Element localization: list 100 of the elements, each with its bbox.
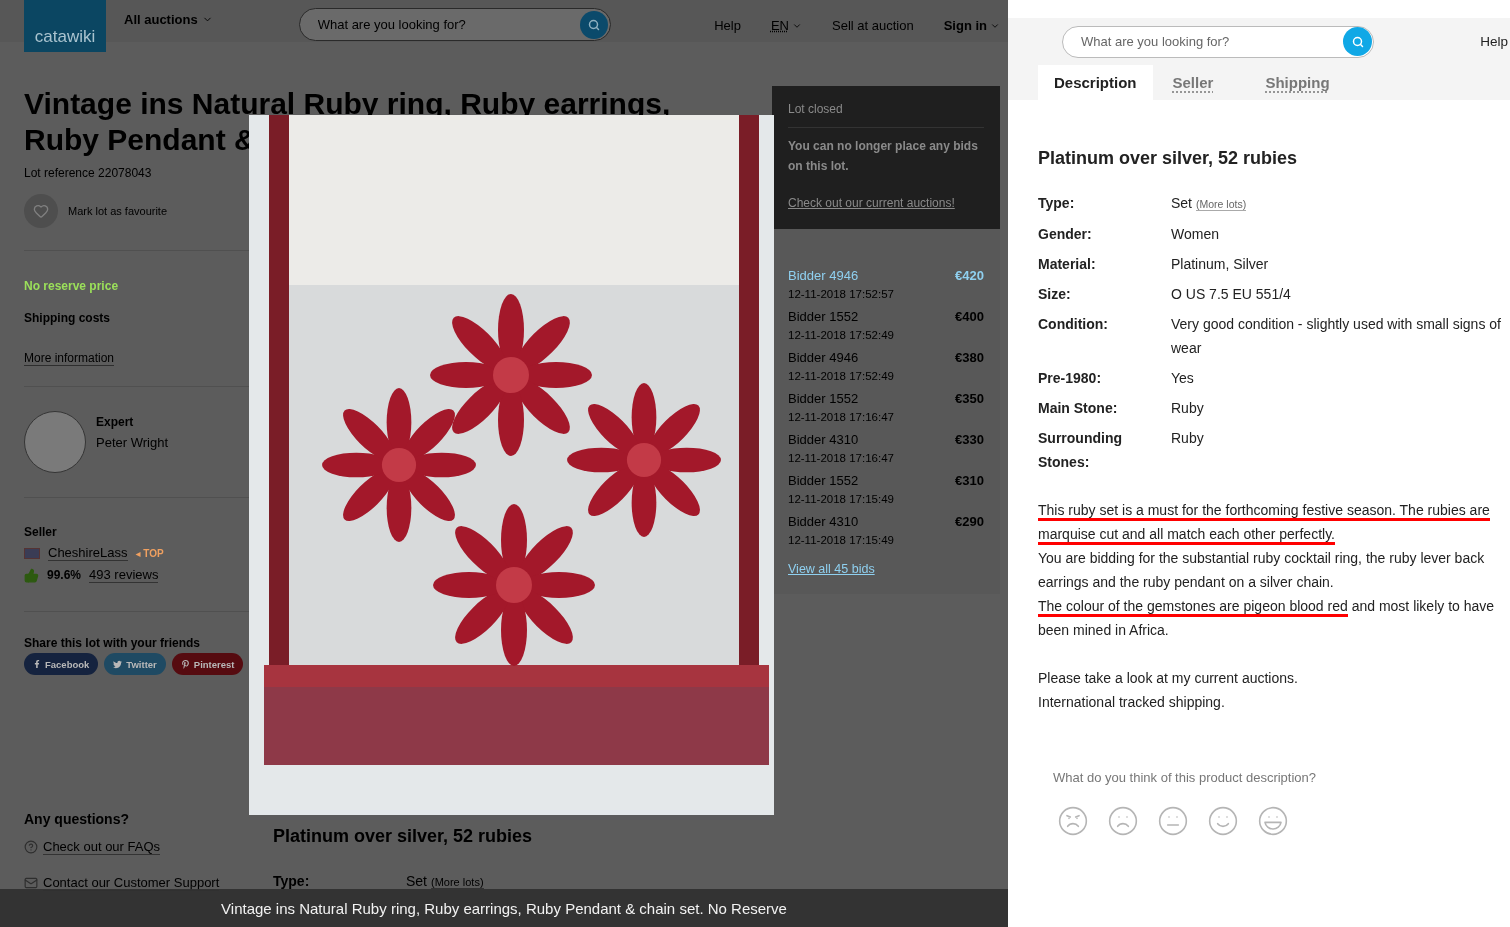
neutral-face-icon[interactable]	[1157, 805, 1189, 837]
spec-value: Set (More lots)	[1171, 194, 1248, 213]
bid-amount: €290	[955, 513, 984, 531]
spec-value: Ruby	[1171, 429, 1205, 448]
bid-amount: €310	[955, 472, 984, 490]
bidder-name: Bidder 1552	[788, 390, 860, 408]
bidder-name: Bidder 4946	[788, 349, 860, 367]
bidder-name: Bidder 1552	[788, 308, 860, 326]
bid-amount: €330	[955, 431, 984, 449]
description-paragraph: The colour of the gemstones are pigeon blood red and most likely to have been mined in Africa.	[1038, 597, 1496, 640]
spec-label: Size:	[1038, 285, 1072, 304]
flag-icon	[24, 547, 40, 559]
tab[interactable]: Description	[1038, 65, 1153, 100]
seller-name[interactable]: CheshireLass	[48, 545, 128, 561]
angry-face-icon[interactable]	[1057, 805, 1089, 837]
frown-face-icon[interactable]	[1107, 805, 1139, 837]
bid-time: 12-11-2018 17:15:49	[788, 533, 895, 548]
spec-label: Type:	[1038, 194, 1076, 213]
spec-label: Surrounding Stones:	[1038, 429, 1123, 472]
share-button[interactable]: Pinterest	[171, 653, 244, 675]
smile-face-icon[interactable]	[1207, 805, 1239, 837]
bid-time: 12-11-2018 17:15:49	[788, 492, 895, 507]
nav-link[interactable]: EN	[770, 18, 802, 33]
search-field[interactable]: What are you looking for?	[298, 8, 611, 41]
description-title: Platinum over silver, 52 rubies	[1038, 148, 1299, 169]
laugh-face-icon[interactable]	[1257, 805, 1289, 837]
bidder-name: Bidder 4946	[788, 267, 860, 285]
spec-label: Pre-1980:	[1038, 369, 1103, 388]
search-icon	[1351, 35, 1364, 48]
search-button[interactable]	[1343, 27, 1372, 56]
spec-label: Condition:	[1038, 315, 1109, 334]
bid-time: 12-11-2018 17:16:47	[788, 410, 895, 425]
spec-label: Main Stone:	[1038, 399, 1119, 418]
description-paragraph: This ruby set is a must for the forthcoming festive season. The rubies are marquise cut and all match each other perfectly.	[1038, 498, 1504, 546]
pinterest-icon	[180, 659, 190, 669]
top-seller-label: ◂ TOP	[135, 547, 164, 559]
share-button[interactable]: Facebook	[24, 653, 99, 675]
description-paragraph: Please take a look at my current auctions.	[1038, 669, 1299, 688]
favourite-label[interactable]: Mark lot as favourite	[68, 205, 168, 217]
spec-value: Yes	[1171, 369, 1195, 388]
status-message: You can no longer place any bids on this lot.	[788, 138, 979, 175]
search-icon	[587, 18, 600, 31]
bidder-name: Bidder 4310	[788, 431, 860, 449]
all-auctions-menu[interactable]: All auctions	[124, 12, 213, 27]
spec-value: Platinum, Silver	[1171, 255, 1270, 274]
spec-label: Type:	[273, 873, 311, 889]
bid-time: 12-11-2018 17:52:49	[788, 369, 895, 384]
bid-amount: €400	[955, 308, 984, 326]
nav-link[interactable]: Sell at auction	[832, 18, 914, 33]
spec-label: Gender:	[1038, 225, 1093, 244]
bid-time: 12-11-2018 17:16:47	[788, 451, 895, 466]
bid-time: 12-11-2018 17:52:49	[788, 328, 895, 343]
bid-amount: €350	[955, 390, 984, 408]
lot-reference: Lot reference 22078043	[24, 166, 153, 180]
twitter-icon	[113, 659, 123, 669]
search-input[interactable]: What are you looking for?	[315, 16, 580, 33]
no-reserve-label: No reserve price	[24, 279, 120, 293]
help-link[interactable]: Check out our FAQs	[43, 839, 161, 855]
more-information-link[interactable]: More information	[24, 351, 115, 366]
bid-time: 12-11-2018 17:52:57	[788, 287, 895, 302]
seller-title: Seller	[24, 525, 58, 539]
thumbs-up-icon	[24, 567, 39, 583]
seller-score: 99.6%	[47, 568, 82, 582]
logo[interactable]: catawiki	[24, 0, 106, 52]
facebook-icon	[33, 660, 41, 668]
shipping-title: Shipping costs	[24, 311, 111, 325]
share-title: Share this lot with your friends	[24, 636, 202, 650]
questions-title: Any questions?	[24, 811, 130, 827]
spec-value: Women	[1171, 225, 1220, 244]
spec-value: Set	[406, 873, 427, 889]
more-lots-link[interactable]: (More lots)	[1196, 198, 1247, 211]
search-field[interactable]: What are you looking for?	[1062, 25, 1374, 58]
bidder-name: Bidder 4310	[788, 513, 860, 531]
nav-link[interactable]: Sign in	[943, 18, 1000, 33]
search-button[interactable]	[579, 10, 608, 39]
tab[interactable]: Shipping	[1249, 65, 1346, 100]
help-icon	[24, 840, 38, 854]
bidder-name: Bidder 1552	[788, 472, 860, 490]
photo-caption: Vintage ins Natural Ruby ring, Ruby earrings, Ruby Pendant & chain set. No Reserve	[221, 899, 787, 917]
help-link[interactable]: Help	[1480, 34, 1510, 49]
bid-amount: €420	[955, 267, 984, 285]
search-input[interactable]: What are you looking for?	[1079, 33, 1343, 50]
reviews-link[interactable]: 493 reviews	[89, 567, 159, 583]
share-button[interactable]: Twitter	[104, 653, 166, 675]
current-auctions-link[interactable]: Check out our current auctions!	[788, 196, 955, 210]
spec-value: Ruby	[1171, 399, 1205, 418]
spec-label: Material:	[1038, 255, 1097, 274]
expert-name: Peter Wright	[96, 435, 168, 450]
description-paragraph: You are bidding for the substantial ruby cocktail ring, the ruby lever back earrings and the ruby pendant on a silver chain.	[1038, 549, 1486, 592]
tab[interactable]: Seller	[1156, 65, 1230, 100]
view-all-bids-link[interactable]: View all 45 bids	[788, 562, 984, 576]
expert-role: Expert	[96, 415, 135, 429]
spec-value: O US 7.5 EU 551/4	[1171, 285, 1292, 304]
status-title: Lot closed	[788, 102, 984, 128]
favourite-button[interactable]	[24, 194, 58, 228]
spec-value: Very good condition - slightly used with small signs of wear	[1171, 315, 1502, 358]
heart-icon	[33, 203, 49, 219]
bid-amount: €380	[955, 349, 984, 367]
nav-link[interactable]: Help	[714, 18, 741, 33]
description-title: Platinum over silver, 52 rubies	[273, 826, 534, 847]
